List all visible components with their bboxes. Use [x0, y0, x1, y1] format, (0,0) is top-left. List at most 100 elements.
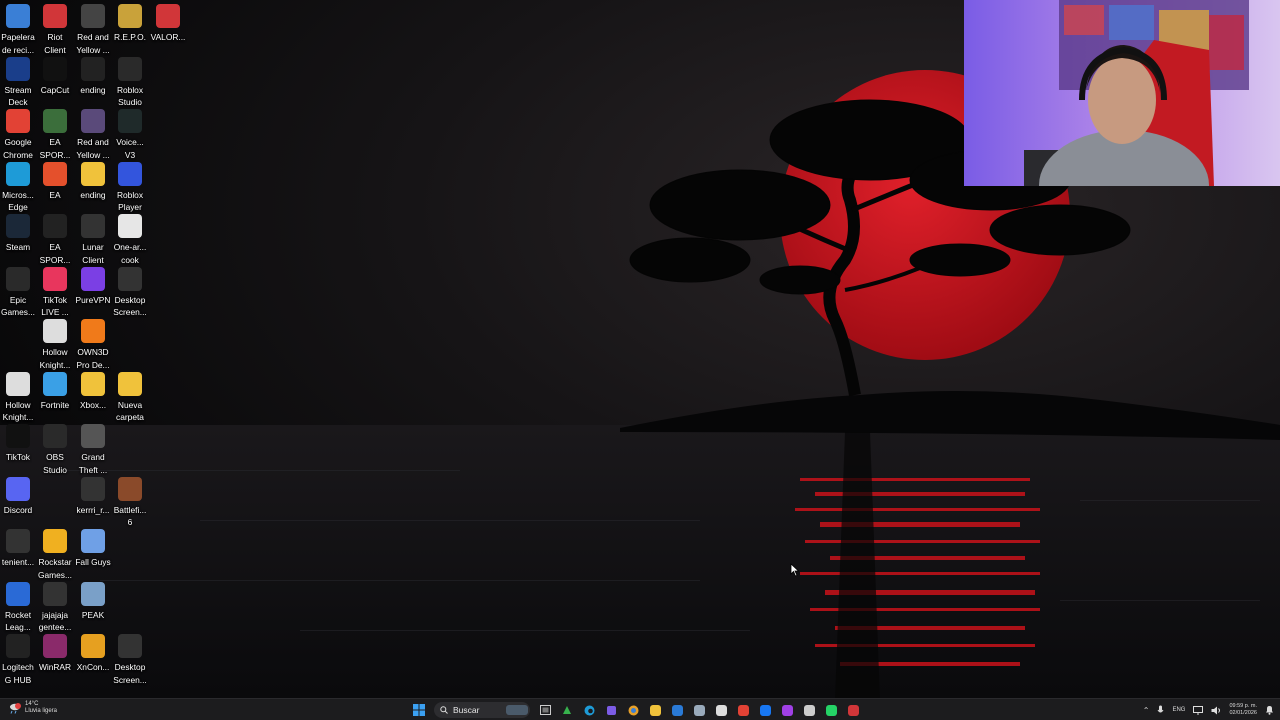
- taskbar-app-button[interactable]: [778, 701, 796, 719]
- desktop-shortcut[interactable]: Grand Theft ...: [74, 424, 112, 476]
- desktop-shortcut[interactable]: Rocket Leag...: [0, 581, 37, 634]
- desktop-shortcut-label: One-ar... cook: [113, 242, 147, 265]
- task-view-button[interactable]: [536, 701, 554, 719]
- search-icon: [440, 706, 448, 714]
- screenshot-file-icon: [43, 581, 67, 606]
- desktop-shortcut[interactable]: EA: [36, 161, 74, 202]
- windows-logo-icon: [413, 704, 425, 716]
- chevron-up-icon[interactable]: ⌃: [1143, 706, 1150, 715]
- desktop-shortcut[interactable]: VALOR...: [149, 4, 187, 44]
- taskbar-app-button[interactable]: [822, 701, 840, 719]
- desktop-shortcut[interactable]: Battlefi... 6: [111, 476, 149, 529]
- desktop-shortcut[interactable]: EA SPOR...: [36, 109, 74, 161]
- taskbar-app-button[interactable]: [734, 701, 752, 719]
- desktop-shortcut[interactable]: PureVPN: [74, 266, 112, 307]
- notification-bell-icon[interactable]: [1265, 705, 1274, 715]
- stream-deck-icon: [6, 56, 30, 81]
- taskbar-app-button[interactable]: [712, 701, 730, 719]
- desktop-shortcut[interactable]: Discord: [0, 476, 37, 517]
- repo-game-icon: [118, 4, 142, 28]
- desktop-shortcut-label: PEAK: [81, 609, 105, 620]
- desktop-shortcut[interactable]: EA SPOR...: [36, 214, 74, 266]
- desktop-shortcut[interactable]: Red and Yellow ...: [74, 4, 112, 56]
- taskbar-app-button[interactable]: [800, 701, 818, 719]
- messenger-icon: [781, 704, 793, 716]
- desktop-shortcut[interactable]: Nueva carpeta: [111, 371, 149, 424]
- desktop-shortcut[interactable]: Hollow Knight...: [36, 319, 74, 371]
- desktop-shortcut[interactable]: Google Chrome: [0, 109, 37, 161]
- clock-time: 09:59 p. m.: [1229, 703, 1257, 709]
- fortnite-icon: [43, 371, 67, 396]
- desktop-shortcut[interactable]: Red and Yellow ...: [74, 109, 112, 161]
- folder-icon: [81, 161, 105, 186]
- desktop-shortcut[interactable]: Fall Guys: [74, 529, 112, 569]
- desktop-shortcut[interactable]: OBS Studio: [36, 424, 74, 476]
- desktop-shortcut[interactable]: Riot Client: [36, 4, 74, 56]
- desktop-shortcut[interactable]: Roblox Studio: [111, 56, 149, 109]
- desktop-shortcut[interactable]: Steam: [0, 214, 37, 254]
- desktop-shortcut[interactable]: ending: [74, 161, 112, 202]
- roblox-player-icon: [118, 161, 142, 186]
- desktop-shortcut[interactable]: Rockstar Games...: [36, 529, 74, 581]
- desktop-shortcut[interactable]: Fortnite: [36, 371, 74, 412]
- desktop-shortcut[interactable]: TikTok LIVE ...: [36, 266, 74, 319]
- screenshot-file-icon: [118, 634, 142, 658]
- desktop-shortcut-label: VALOR...: [150, 32, 186, 42]
- desktop-shortcut[interactable]: Hollow Knight...: [0, 371, 37, 424]
- desktop-shortcut[interactable]: XnCon...: [74, 634, 112, 674]
- desktop-shortcut[interactable]: Epic Games...: [0, 266, 37, 319]
- red-yellow-thumbnail-icon: [81, 4, 105, 28]
- desktop-shortcut[interactable]: tenient...: [0, 529, 37, 569]
- ea-icon: [43, 161, 67, 186]
- facebook-icon: [759, 704, 771, 716]
- teams-taskbar-button[interactable]: [624, 701, 642, 719]
- desktop-shortcut[interactable]: Micros... Edge: [0, 161, 37, 214]
- desktop-shortcut-label: Grand Theft ...: [78, 452, 108, 475]
- desktop-shortcut[interactable]: OWN3D Pro De...: [74, 319, 112, 371]
- desktop-shortcut[interactable]: jajajaja gentee...: [36, 581, 74, 634]
- microphone-icon[interactable]: [1157, 705, 1164, 715]
- desktop-shortcut[interactable]: Desktop Screen...: [111, 266, 149, 319]
- desktop-shortcut[interactable]: Papelera de reci...: [0, 4, 37, 56]
- desktop-shortcut[interactable]: WinRAR: [36, 634, 74, 674]
- start-button[interactable]: [410, 701, 428, 719]
- desktop-shortcut[interactable]: kerrri_r...: [74, 476, 112, 517]
- desktop-shortcut[interactable]: R.E.P.O.: [111, 4, 149, 44]
- desktop-shortcut[interactable]: ending: [74, 56, 112, 97]
- webcam-feed: [964, 0, 1280, 186]
- taskbar-app-button[interactable]: [690, 701, 708, 719]
- taskbar-pinned-apps: [646, 701, 862, 719]
- desktop-shortcut[interactable]: Voice... V3: [111, 109, 149, 161]
- desktop-shortcut[interactable]: Stream Deck: [0, 56, 37, 109]
- riot-client-icon: [43, 4, 67, 28]
- monitor-icon[interactable]: [1193, 705, 1204, 715]
- rocket-league-icon: [6, 581, 30, 606]
- recycle-bin-icon: [6, 4, 30, 28]
- taskbar-app-button[interactable]: [756, 701, 774, 719]
- desktop-shortcut[interactable]: TikTok: [0, 424, 37, 464]
- desktop-shortcut[interactable]: PEAK: [74, 581, 112, 622]
- screenshot-file-icon: [81, 476, 105, 501]
- desktop-shortcut[interactable]: CapCut: [36, 56, 74, 97]
- taskbar-app-button[interactable]: [668, 701, 686, 719]
- desktop-shortcut[interactable]: One-ar... cook: [111, 214, 149, 266]
- desktop-shortcut[interactable]: Xbox...: [74, 371, 112, 412]
- taskbar-app-button[interactable]: [844, 701, 862, 719]
- taskbar-search[interactable]: Buscar: [434, 702, 530, 718]
- xbox-taskbar-button[interactable]: [558, 701, 576, 719]
- weather-widget[interactable]: 14°C Lluvia ligera: [8, 701, 57, 715]
- taskbar-clock[interactable]: 09:59 p. m. 02/01/2026: [1229, 703, 1257, 717]
- desktop-shortcut-label: Nueva carpeta: [116, 399, 144, 423]
- fall-guys-icon: [81, 529, 105, 553]
- desktop-shortcut[interactable]: Lunar Client: [74, 214, 112, 266]
- taskbar-app-button[interactable]: [646, 701, 664, 719]
- desktop-shortcut[interactable]: Roblox Player: [111, 161, 149, 214]
- copilot-taskbar-button[interactable]: [602, 701, 620, 719]
- lake-water: [0, 425, 1280, 698]
- desktop-shortcut[interactable]: Desktop Screen...: [111, 634, 149, 686]
- desktop-shortcut[interactable]: Logitech G HUB: [0, 634, 37, 686]
- riot-taskbar-icon: [847, 704, 859, 716]
- language-indicator[interactable]: ENG: [1172, 707, 1185, 713]
- edge-taskbar-button[interactable]: [580, 701, 598, 719]
- volume-icon[interactable]: [1211, 706, 1221, 715]
